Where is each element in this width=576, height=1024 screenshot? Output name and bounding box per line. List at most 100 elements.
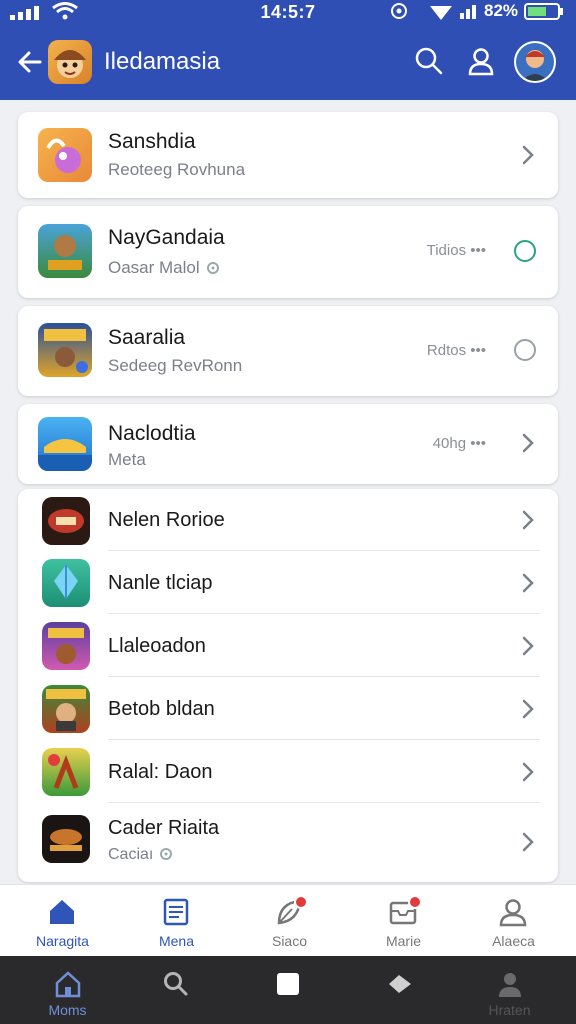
- tag-icon: [389, 975, 411, 993]
- app-thumbnail: [42, 685, 90, 733]
- signal-icon: [460, 5, 476, 19]
- nav-account[interactable]: Hraten: [452, 956, 567, 1024]
- alarm-icon: [391, 3, 407, 19]
- item-title: Sanshdia: [108, 130, 196, 153]
- nav-label: Moms: [48, 1002, 87, 1018]
- game-art-icon: [50, 829, 82, 851]
- square-icon: [277, 973, 299, 995]
- chevron-right-icon: [522, 832, 534, 852]
- game-art-icon: [44, 329, 88, 373]
- chevron-right-icon: [522, 510, 534, 530]
- tab-label: Alaeca: [492, 933, 535, 949]
- top-header: 14:5:7 82% Iledamasia: [0, 0, 576, 100]
- game-art-icon: [46, 138, 81, 173]
- tab-label: Mena: [158, 933, 195, 949]
- chevron-right-icon: [522, 433, 534, 453]
- back-arrow-icon[interactable]: [16, 48, 44, 76]
- item-subtitle-text: Caciaı: [108, 846, 154, 863]
- home-icon: [55, 971, 81, 998]
- nav-overview[interactable]: [230, 956, 345, 1024]
- app-title: Iledamasia: [104, 48, 221, 75]
- app-thumbnail: [42, 497, 90, 545]
- game-art-icon: [48, 754, 79, 789]
- status-ring-icon[interactable]: [514, 339, 536, 361]
- app-list-group: Nelen Rorioe Nanle tlciap Llaleoadon Bet…: [18, 489, 558, 882]
- list-item[interactable]: Llaleoadon: [18, 614, 558, 677]
- chevron-right-icon: [522, 145, 534, 165]
- item-title: Ralal: Daon: [108, 761, 213, 783]
- item-title: Nanle tlciap: [108, 572, 213, 594]
- item-title: Nelen Rorioe: [108, 509, 225, 531]
- list-item[interactable]: Ralal: Daon: [18, 740, 558, 803]
- nav-tag[interactable]: [342, 956, 457, 1024]
- game-art-icon: [48, 509, 84, 533]
- app-thumbnail: [42, 815, 90, 863]
- avatar[interactable]: [514, 41, 556, 83]
- chevron-right-icon: [522, 699, 534, 719]
- home-icon: [50, 900, 74, 924]
- list-item[interactable]: Sanshdia Reoteeg Rovhuna: [18, 112, 558, 198]
- item-title: Cader Riaita: [108, 817, 220, 839]
- nav-label: Hraten: [488, 1002, 531, 1018]
- news-icon: [163, 898, 189, 926]
- battery-icon: [524, 3, 563, 20]
- location-pin-icon: [160, 847, 173, 860]
- tab-label: Marie: [385, 933, 421, 949]
- item-title: Llaleoadon: [108, 635, 206, 657]
- avatar-portrait-icon: [516, 43, 554, 81]
- item-subtitle: Oasar Malol: [108, 258, 220, 278]
- item-subtitle: Reoteeg Rovhuna: [108, 160, 246, 179]
- item-meta: 40hg •••: [432, 435, 486, 452]
- game-art-icon: [46, 689, 86, 731]
- tab-profile[interactable]: Alaeca: [456, 885, 571, 957]
- wifi-icon: [430, 6, 452, 20]
- tab-label: Siaco: [271, 933, 308, 949]
- tab-inbox[interactable]: Marie: [346, 885, 461, 957]
- chevron-right-icon: [522, 762, 534, 782]
- app-thumbnail: [42, 559, 90, 607]
- list-item[interactable]: NayGandaia Oasar Malol Tidios •••: [18, 206, 558, 298]
- app-logo: [48, 40, 92, 84]
- item-title: Saaralia: [108, 326, 186, 349]
- item-subtitle-text: Oasar Malol: [108, 258, 200, 277]
- crystal-icon: [54, 565, 78, 599]
- notification-badge: [408, 895, 422, 909]
- item-meta: Rdtos •••: [426, 342, 486, 359]
- list-item[interactable]: Saaralia Sedeeg RevRonn Rdtos •••: [18, 306, 558, 396]
- battery-percent: 82%: [484, 1, 519, 20]
- user-icon[interactable]: [466, 46, 496, 76]
- game-art-icon: [48, 628, 84, 664]
- tab-discover[interactable]: Siaco: [232, 885, 347, 957]
- tab-home[interactable]: Naragita: [5, 885, 120, 957]
- item-title: Betob bldan: [108, 698, 215, 720]
- item-title: NayGandaia: [108, 226, 225, 249]
- profile-icon: [499, 899, 527, 927]
- list-item[interactable]: Nanle tlciap: [18, 551, 558, 614]
- chevron-right-icon: [522, 636, 534, 656]
- nav-home[interactable]: Moms: [10, 956, 125, 1024]
- tab-label: Naragita: [36, 933, 89, 949]
- game-art-icon: [48, 235, 82, 270]
- notification-badge: [294, 895, 308, 909]
- app-thumbnail: [38, 224, 92, 278]
- location-pin-icon: [206, 261, 219, 274]
- item-meta: Tidios •••: [426, 242, 486, 259]
- list-item[interactable]: Nelen Rorioe: [18, 489, 558, 551]
- status-bar: 14:5:7 82%: [0, 0, 576, 28]
- status-ring-icon[interactable]: [514, 240, 536, 262]
- search-icon: [164, 972, 188, 996]
- character-face-icon: [54, 50, 86, 78]
- item-subtitle: Caciaı: [108, 846, 173, 864]
- system-nav-bar: Moms Hraten: [0, 956, 576, 1024]
- search-icon[interactable]: [414, 46, 444, 76]
- app-thumbnail: [38, 323, 92, 377]
- item-title: Naclodtia: [108, 422, 196, 445]
- app-thumbnail: [42, 622, 90, 670]
- tab-news[interactable]: Mena: [119, 885, 234, 957]
- list-item[interactable]: Betob bldan: [18, 677, 558, 740]
- nav-search[interactable]: [118, 956, 233, 1024]
- app-thumbnail: [38, 417, 92, 471]
- list-item[interactable]: Cader Riaita Caciaı: [18, 803, 558, 881]
- item-subtitle: Sedeeg RevRonn: [108, 356, 243, 375]
- list-item[interactable]: Naclodtia Meta 40hg •••: [18, 404, 558, 484]
